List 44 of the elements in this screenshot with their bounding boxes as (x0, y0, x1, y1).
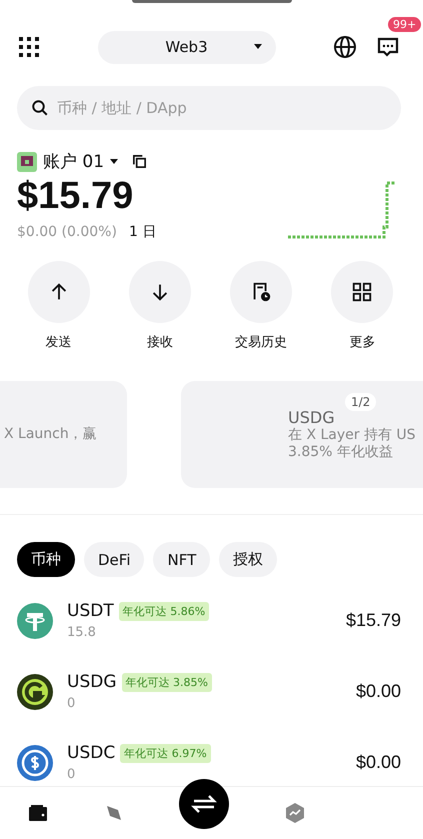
token-amount: 0 (67, 696, 76, 711)
period-selector[interactable]: 1 日 (128, 224, 156, 240)
avatar-icon (17, 152, 37, 172)
copy-icon[interactable] (132, 154, 148, 169)
account-name[interactable]: 账户 01 (43, 150, 104, 173)
hexagon-chart-icon[interactable] (285, 802, 306, 824)
asset-tab[interactable]: DeFi (84, 542, 144, 577)
promo-title: USDG (288, 408, 336, 427)
asset-tab[interactable]: 币种 (17, 542, 75, 577)
notification-badge: 99+ (388, 17, 422, 32)
yield-tag: 年化可达 6.97% (120, 744, 211, 762)
action-label: 接收 (146, 334, 173, 351)
action-label: 发送 (46, 334, 72, 351)
caret-icon[interactable] (110, 158, 118, 164)
balance-change: $0.00 (0.00%) (17, 224, 117, 240)
promo-text: X Launch，赢 (4, 426, 98, 443)
wallet-icon[interactable] (28, 804, 48, 822)
grid-icon (351, 281, 374, 303)
token-symbol: USDG (67, 672, 116, 692)
mode-dropdown[interactable]: Web3 (98, 30, 276, 64)
promo-text: 在 X Layer 持有 US (288, 427, 417, 444)
action-label: 更多 (349, 334, 376, 351)
yield-tag: 年化可达 3.85% (122, 672, 212, 692)
yield-tag: 年化可达 5.86% (118, 602, 210, 620)
apps-menu-icon[interactable] (18, 36, 40, 58)
search-field[interactable]: 币种 / 地址 / DApp (17, 86, 401, 130)
token-amount: 15.8 (67, 625, 97, 640)
token-value: $0.00 (356, 752, 401, 773)
globe-icon[interactable] (333, 35, 357, 59)
message-icon[interactable] (377, 36, 399, 58)
caret-icon (254, 44, 262, 50)
token-value: $0.00 (356, 681, 401, 702)
asset-tab[interactable]: NFT (153, 542, 210, 577)
promo-text: 3.85% 年化收益 (288, 444, 394, 461)
token-symbol: USDC (67, 743, 116, 763)
token-value: $15.79 (346, 610, 401, 631)
action-label: 交易历史 (235, 334, 288, 351)
balance: $15.79 (17, 174, 134, 219)
token-amount: 0 (67, 767, 76, 782)
token-symbol: USDT (67, 601, 114, 621)
swap-arrows-icon (191, 794, 218, 814)
asset-tab[interactable]: 授权 (219, 542, 278, 577)
page-indicator: 1/2 (345, 393, 376, 411)
search-icon (31, 99, 49, 117)
